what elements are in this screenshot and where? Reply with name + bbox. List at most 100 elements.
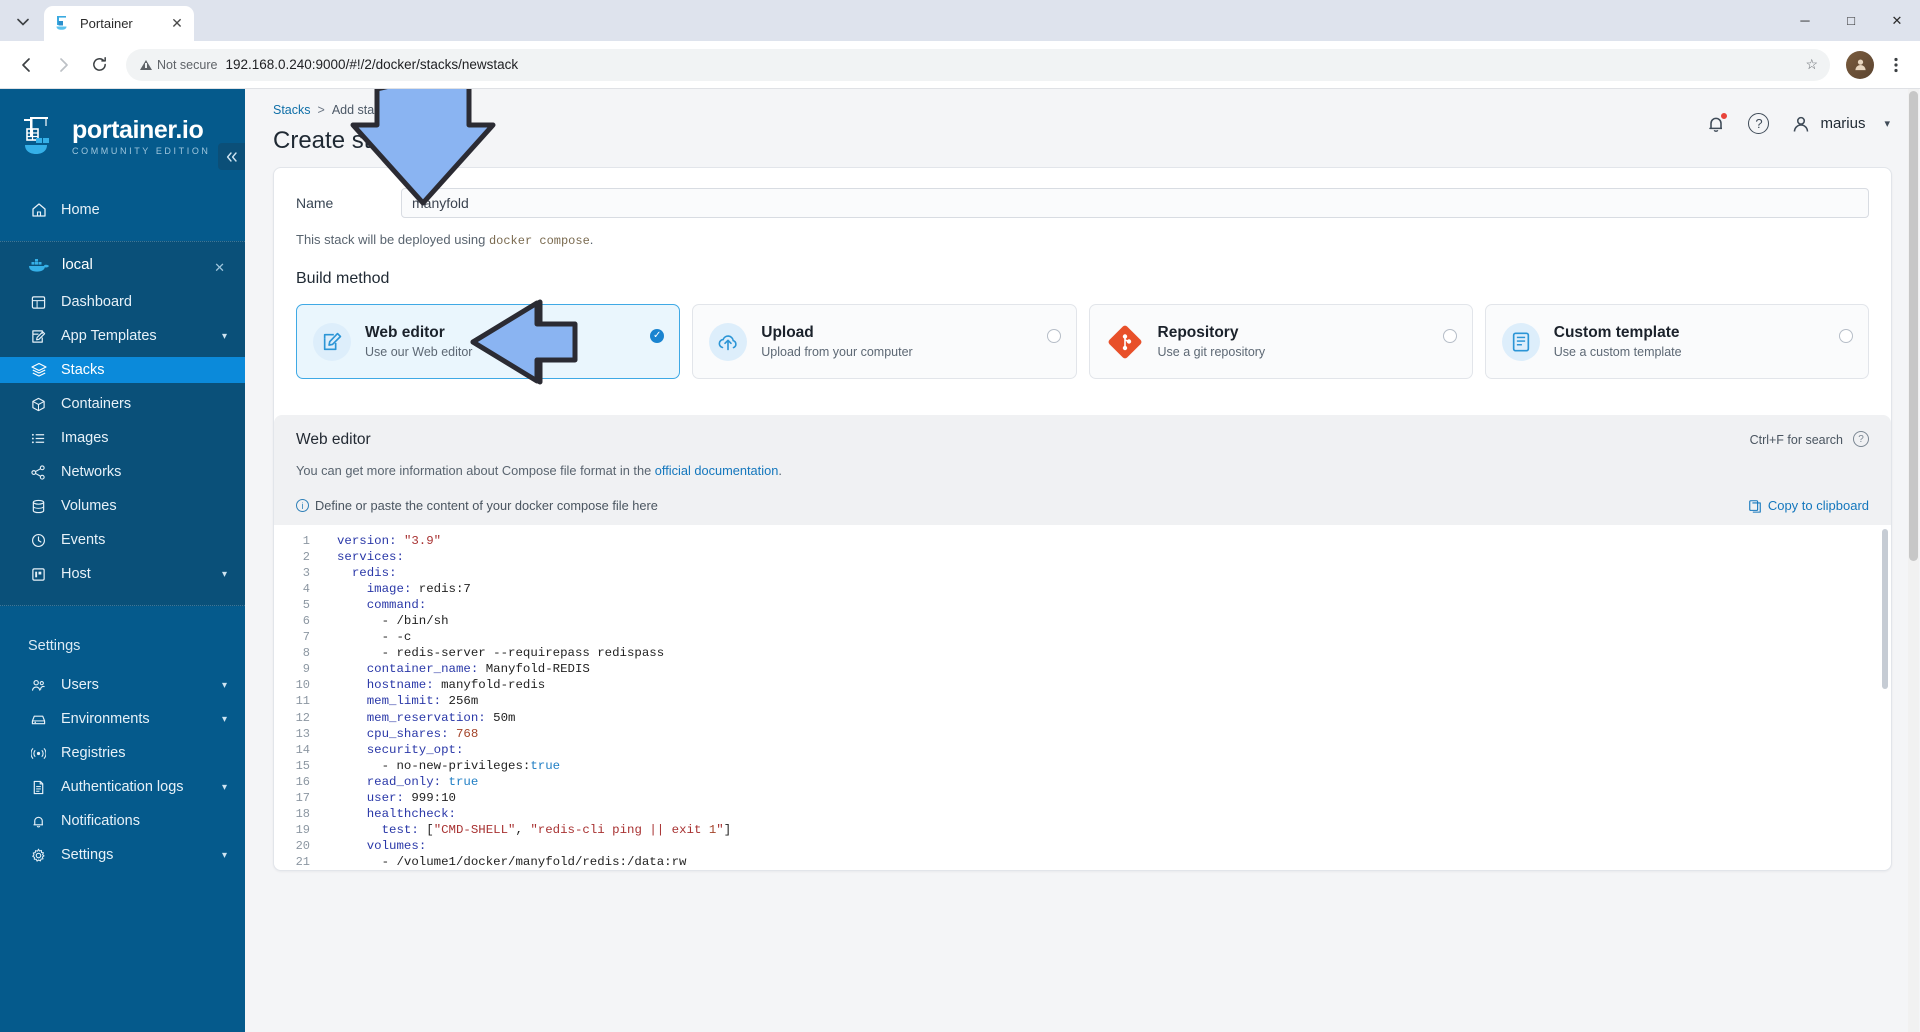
profile-avatar[interactable] — [1846, 50, 1874, 79]
code-line: - -c — [337, 630, 412, 645]
window-close-button[interactable]: ✕ — [1874, 0, 1920, 41]
code-line: security_opt: — [366, 742, 464, 757]
volume-icon — [30, 498, 47, 515]
browser-menu-button[interactable] — [1882, 50, 1910, 80]
method-radio[interactable] — [1046, 329, 1061, 343]
method-name: Web editor — [365, 324, 445, 341]
build-method-upload[interactable]: Upload Upload from your computer — [692, 304, 1077, 379]
maximize-button[interactable]: □ — [1828, 0, 1874, 41]
web-editor-help-text: You can get more information about Compo… — [296, 463, 1869, 478]
breadcrumb-separator: > — [317, 103, 325, 117]
method-radio[interactable] — [1839, 329, 1853, 343]
forward-button[interactable] — [46, 48, 80, 82]
bell-icon — [30, 813, 47, 830]
sidebar-item-events[interactable]: Events — [0, 527, 245, 553]
build-method-heading: Build method — [296, 270, 390, 287]
define-hint: i Define or paste the content of your do… — [296, 498, 658, 513]
pencil-square-icon-wrap — [313, 322, 351, 361]
template-icon — [30, 328, 47, 345]
sidebar-item-containers[interactable]: Containers — [0, 391, 245, 417]
line-number: 1 — [302, 534, 310, 548]
define-hint-label: Define or paste the content of your dock… — [315, 498, 658, 513]
method-radio-selected[interactable] — [650, 329, 665, 343]
user-menu[interactable]: marius ▾ — [1791, 114, 1890, 134]
environment-close-icon[interactable]: ✕ — [214, 260, 225, 276]
sidebar-item-notifications[interactable]: Notifications — [0, 808, 245, 834]
sidebar-collapse-button[interactable] — [218, 143, 245, 170]
build-method-web-editor[interactable]: Web editor Use our Web editor — [296, 304, 681, 379]
container-icon — [30, 396, 47, 413]
breadcrumb-stacks[interactable]: Stacks — [273, 103, 311, 117]
star-icon[interactable]: ☆ — [1805, 56, 1818, 73]
custom-template-icon — [1512, 331, 1529, 352]
environment-header[interactable]: local — [0, 248, 245, 281]
sidebar-item-host[interactable]: Host ▾ — [0, 561, 245, 587]
close-icon[interactable]: ✕ — [168, 15, 186, 33]
line-number: 9 — [302, 662, 310, 677]
reload-button[interactable] — [82, 48, 116, 82]
build-method-repository[interactable]: Repository Use a git repository — [1088, 304, 1473, 379]
url-text: 192.168.0.240:9000/#!/2/docker/stacks/ne… — [225, 57, 519, 72]
address-bar[interactable]: Not secure 192.168.0.240:9000/#!/2/docke… — [126, 48, 1830, 81]
sidebar-item-label: Events — [61, 532, 106, 548]
web-editor-panel: Web editor You can get more information … — [274, 415, 1891, 870]
security-indicator[interactable]: Not secure — [140, 58, 217, 72]
code-editor[interactable]: 12345678910111213141516171819202122 vers… — [274, 525, 1891, 870]
sidebar-item-networks[interactable]: Networks — [0, 459, 245, 485]
notifications-button[interactable] — [1706, 111, 1729, 134]
sidebar-item-label: Networks — [61, 464, 122, 480]
method-radio[interactable] — [1442, 329, 1457, 343]
sidebar-item-home[interactable]: Home — [0, 197, 245, 223]
deploy-note-code: docker compose — [488, 234, 590, 248]
chevron-down-icon: ▾ — [221, 568, 227, 580]
sidebar-item-volumes[interactable]: Volumes — [0, 493, 245, 519]
code-line: - redis-server --requirepass redispass — [337, 646, 665, 661]
breadcrumb-current: Add stack — [331, 103, 387, 117]
editor-scrollbar-thumb[interactable] — [1882, 529, 1888, 689]
method-desc: Upload from your computer — [761, 345, 913, 359]
chevron-down-icon — [17, 18, 29, 26]
sidebar-item-registries[interactable]: Registries — [0, 740, 245, 766]
page-scrollbar[interactable] — [1908, 89, 1919, 1032]
code-line: - no-new-privileges:true — [337, 758, 561, 773]
chevron-down-icon: ▾ — [221, 679, 227, 691]
code-line: read_only: true — [366, 774, 479, 789]
sidebar-item-images[interactable]: Images — [0, 425, 245, 451]
line-number-gutter: 12345678910111213141516171819202122 — [274, 525, 319, 870]
minimize-button[interactable]: ─ — [1782, 0, 1828, 41]
images-icon — [30, 430, 47, 447]
build-method-custom-template[interactable]: Custom template Use a custom template — [1484, 304, 1869, 379]
copy-to-clipboard-button[interactable]: Copy to clipboard — [1748, 498, 1869, 513]
sidebar-item-authentication-logs[interactable]: Authentication logs ▾ — [0, 774, 245, 800]
header-actions: ? marius ▾ — [1706, 111, 1890, 134]
page-scrollbar-thumb[interactable] — [1909, 91, 1918, 561]
brand-logo[interactable]: portainer.io COMMUNITY EDITION — [0, 89, 245, 181]
code-line: user: 999:10 — [366, 790, 456, 805]
chevron-down-icon: ▾ — [221, 781, 227, 793]
deploy-note-suffix: . — [589, 232, 594, 247]
sidebar-item-app-templates[interactable]: App Templates ▾ — [0, 323, 245, 349]
page-content: Name This stack will be deployed using d… — [245, 167, 1920, 1032]
help-button[interactable]: ? — [1748, 113, 1770, 134]
code-content[interactable]: version: "3.9" services: redis: image: re… — [319, 525, 1891, 870]
registries-icon — [30, 745, 47, 762]
search-help-icon[interactable]: ? — [1853, 431, 1869, 447]
line-number: 5 — [302, 598, 310, 613]
user-icon — [1791, 114, 1811, 134]
tab-search-button[interactable] — [6, 7, 40, 37]
back-button[interactable] — [10, 48, 44, 82]
sidebar-item-users[interactable]: Users ▾ — [0, 672, 245, 698]
info-icon: i — [296, 499, 309, 512]
chevron-down-icon: ▾ — [221, 713, 227, 725]
browser-tab[interactable]: Portainer ✕ — [44, 6, 194, 41]
stacks-icon — [30, 362, 47, 379]
sidebar-item-environments[interactable]: Environments ▾ — [0, 706, 245, 732]
official-documentation-link[interactable]: official documentation — [655, 463, 779, 478]
sidebar-item-dashboard[interactable]: Dashboard — [0, 289, 245, 315]
web-editor-title: Web editor — [296, 431, 371, 448]
environment-name: local — [62, 256, 93, 273]
name-input[interactable] — [401, 188, 1869, 218]
code-line: hostname: manyfold-redis — [366, 678, 546, 693]
sidebar-item-settings[interactable]: Settings ▾ — [0, 842, 245, 868]
sidebar-item-stacks[interactable]: Stacks — [0, 357, 245, 383]
